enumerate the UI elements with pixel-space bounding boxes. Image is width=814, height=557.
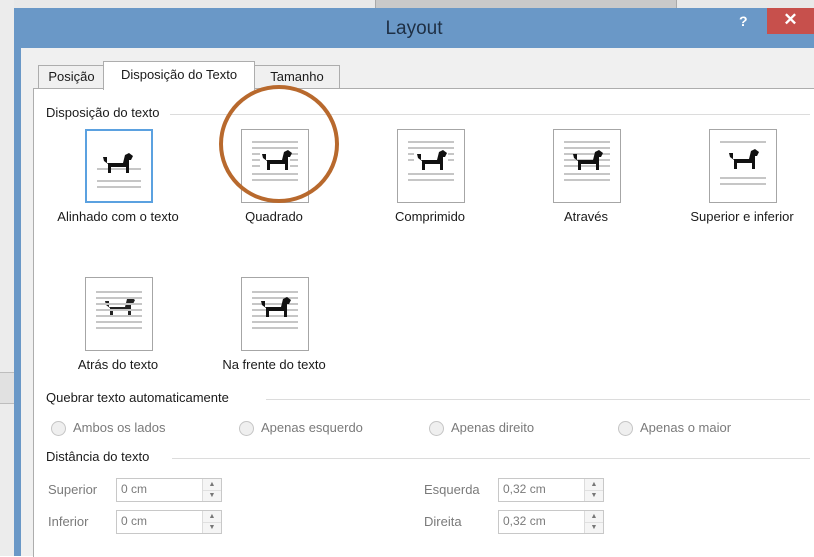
background-window-left <box>0 0 14 556</box>
distance-left-input[interactable]: 0,32 cm ▲ ▼ <box>498 478 604 502</box>
wrap-option-label: Na frente do texto <box>222 357 326 372</box>
spin-down-icon[interactable]: ▼ <box>585 490 603 501</box>
radio-button-icon <box>429 421 444 436</box>
close-button[interactable]: ✕ <box>767 8 814 34</box>
spin-arrows: ▲ ▼ <box>584 511 603 533</box>
spin-arrows: ▲ ▼ <box>202 511 221 533</box>
spin-down-icon[interactable]: ▼ <box>585 522 603 533</box>
radio-label: Apenas direito <box>451 420 535 435</box>
wrap-option-top-bottom[interactable]: Superior e inferior <box>666 129 814 229</box>
distance-bottom-input[interactable]: 0 cm ▲ ▼ <box>116 510 222 534</box>
close-icon: ✕ <box>783 10 798 29</box>
distance-right-input[interactable]: 0,32 cm ▲ ▼ <box>498 510 604 534</box>
distance-bottom-label: Inferior <box>48 514 89 529</box>
wrap-option-behind[interactable]: Atrás do texto <box>42 277 194 377</box>
distance-top-input[interactable]: 0 cm ▲ ▼ <box>116 478 222 502</box>
wrap-option-tight[interactable]: Comprimido <box>354 129 506 229</box>
top-bottom-wrap-icon <box>709 129 777 203</box>
layout-dialog: Layout ? ✕ Posição Disposição do Texto T… <box>14 8 814 557</box>
spin-value: 0 cm <box>121 514 148 528</box>
spin-down-icon[interactable]: ▼ <box>203 490 221 501</box>
spin-value: 0,32 cm <box>503 514 546 528</box>
spin-arrows: ▲ ▼ <box>584 479 603 501</box>
tab-panel: Disposição do texto Alinhado com o texto <box>33 85 814 557</box>
wrap-option-label: Comprimido <box>394 209 466 224</box>
radio-button-icon <box>618 421 633 436</box>
section-divider <box>266 399 810 400</box>
radio-label: Ambos os lados <box>73 420 166 435</box>
section-heading-wrap: Disposição do texto <box>46 105 160 120</box>
wrap-option-label: Atrás do texto <box>77 357 159 372</box>
spin-down-icon[interactable]: ▼ <box>203 522 221 533</box>
radio-label: Apenas o maior <box>640 420 732 435</box>
radio-label: Apenas esquerdo <box>261 420 363 435</box>
radio-button-icon <box>239 421 254 436</box>
wrap-option-in-front[interactable]: Na frente do texto <box>198 277 350 377</box>
help-button[interactable]: ? <box>739 13 748 29</box>
wrap-option-label: Alinhado com o texto <box>57 209 179 224</box>
behind-text-icon <box>85 277 153 351</box>
background-window-bar <box>375 0 677 8</box>
radio-button-icon <box>51 421 66 436</box>
wrap-option-through[interactable]: Através <box>510 129 662 229</box>
dialog-title: Layout <box>385 18 443 39</box>
annotation-circle <box>219 85 339 203</box>
dialog-client-area: Posição Disposição do Texto Tamanho Disp… <box>21 48 814 557</box>
wrap-option-label: Superior e inferior <box>690 209 794 224</box>
spin-value: 0 cm <box>121 482 148 496</box>
tab-tamanho[interactable]: Tamanho <box>254 65 340 88</box>
title-bar[interactable]: Layout ? ✕ <box>14 8 814 48</box>
section-divider <box>172 458 810 459</box>
section-heading-wrap-text: Quebrar texto automaticamente <box>46 390 229 405</box>
tight-wrap-icon <box>397 129 465 203</box>
wrap-option-inline[interactable]: Alinhado com o texto <box>42 129 194 229</box>
through-wrap-icon <box>553 129 621 203</box>
wrap-option-label: Através <box>563 209 609 224</box>
distance-top-label: Superior <box>48 482 98 497</box>
distance-right-label: Direita <box>424 514 462 529</box>
spin-value: 0,32 cm <box>503 482 546 496</box>
section-heading-distance: Distância do texto <box>46 449 150 464</box>
spin-arrows: ▲ ▼ <box>202 479 221 501</box>
distance-left-label: Esquerda <box>424 482 480 497</box>
in-front-of-text-icon <box>241 277 309 351</box>
wrap-text-radio-group: Ambos os lados Apenas esquerdo Apenas di… <box>34 420 814 438</box>
tab-posicao[interactable]: Posição <box>38 65 105 88</box>
tab-disposicao-do-texto[interactable]: Disposição do Texto <box>103 61 255 90</box>
inline-with-text-icon <box>85 129 153 203</box>
wrap-option-label: Quadrado <box>245 209 303 224</box>
